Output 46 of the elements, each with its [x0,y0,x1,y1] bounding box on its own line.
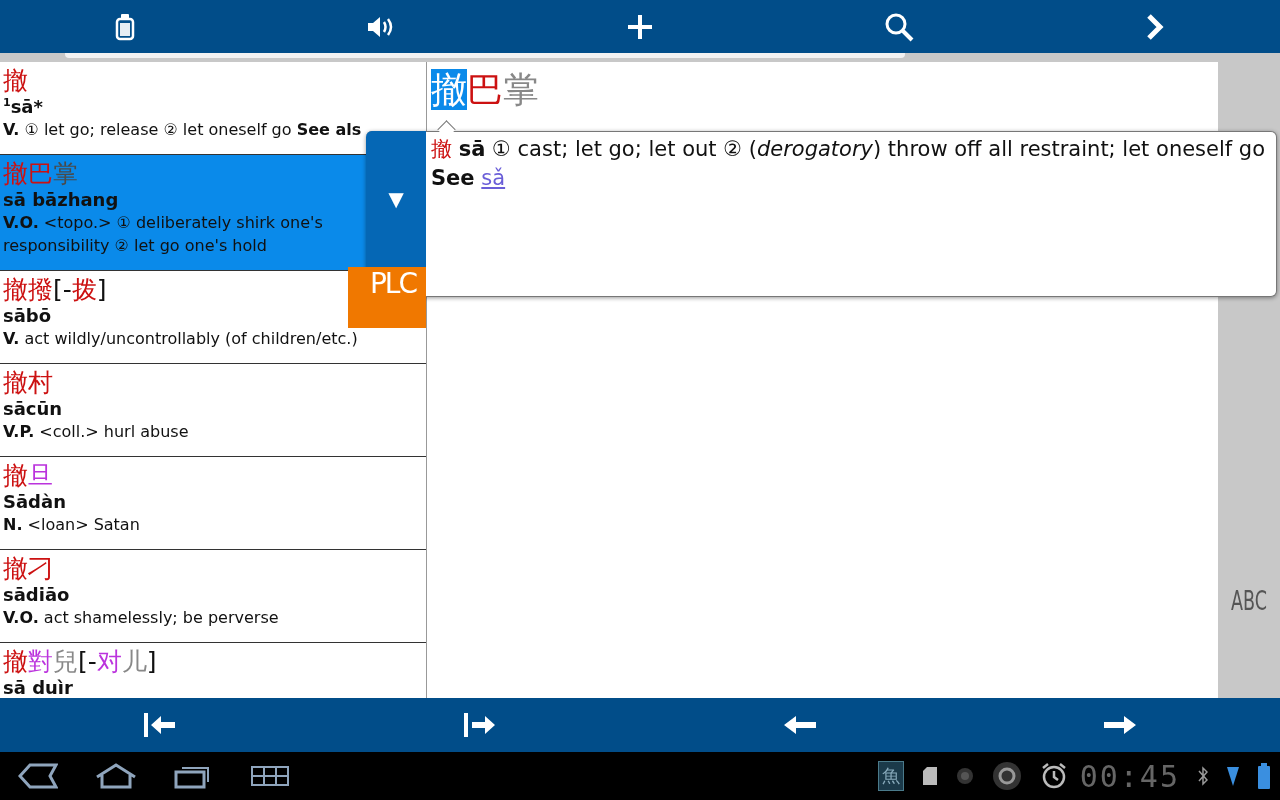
entry-pinyin: sā duìr [3,677,73,698]
entry-headword: 撤刁 [3,553,53,584]
entry-definition: V.P. <coll.> hurl abuse [3,421,190,443]
entry-row[interactable]: 撤旦 Sādàn N. <loan> Satan [0,457,426,550]
search-icon [883,11,914,42]
bluetooth-icon [1198,766,1208,786]
entry-headword: 撤村 [3,367,53,398]
entry-definition: V.O. act shamelessly; be perverse [3,607,280,629]
skip-start-icon [143,712,177,738]
entry-row[interactable]: 撤刁 sādiāo V.O. act shamelessly; be perverse [0,550,426,643]
skip-end-icon [463,712,497,738]
popup-definition: 撤 sā ① cast; let go; let out ② (derogatory) throw off all restraint; let oneself go See sǎ [430,136,1267,192]
grid-menu-icon[interactable] [250,765,290,787]
entry-pinyin: sā bāzhang [3,189,119,211]
entry-row[interactable]: 撤村 sācūn V.P. <coll.> hurl abuse [0,364,426,457]
detail-headword: 撤巴掌 [431,68,539,112]
expand-button[interactable]: ▼ [366,131,426,267]
app-notification-icon[interactable]: 魚 [877,761,904,791]
sd-card-icon [921,766,938,786]
signal-icon [1226,765,1240,787]
arrow-right-icon [1103,715,1137,735]
entry-headword: 撤旦 [3,460,53,491]
entry-headword: 撤對兒[-对儿] [3,646,157,677]
back-icon[interactable] [18,763,58,789]
chevron-right-icon [1144,12,1165,41]
entry-headword: 撤撥[-拨] [3,274,107,305]
arrow-left-icon [783,715,817,735]
entry-pinyin: sācūn [3,398,63,420]
home-icon[interactable] [94,763,138,789]
battery-icon [1258,763,1270,789]
entry-definition: V.O. <topo.> ① deliberately shirk one's responsibility ② let go one's hold [3,212,324,257]
clock-time: 00:45 [1079,758,1180,794]
entry-definition: V. act wildly/uncontrollably (of children/etc.) [3,328,359,350]
entry-definition: N. <loan> Satan [3,514,141,536]
entry-pinyin: sābō [3,305,52,327]
pinyin-link[interactable]: sǎ [481,166,506,190]
entry-pinyin: $^{1}$sā* [3,96,43,118]
entry-definition: V. ① let go; release ② let oneself go See als [3,119,363,141]
entry-headword: 撤 [3,65,28,96]
dot-icon [955,767,974,785]
entry-pinyin: Sādàn [3,491,66,513]
abc-button[interactable]: ABC [1231,586,1267,616]
entry-headword: 撤巴掌 [3,158,78,189]
entry-pinyin: sādiāo [3,584,70,606]
plus-icon [627,13,653,40]
circle-icon [991,761,1022,791]
